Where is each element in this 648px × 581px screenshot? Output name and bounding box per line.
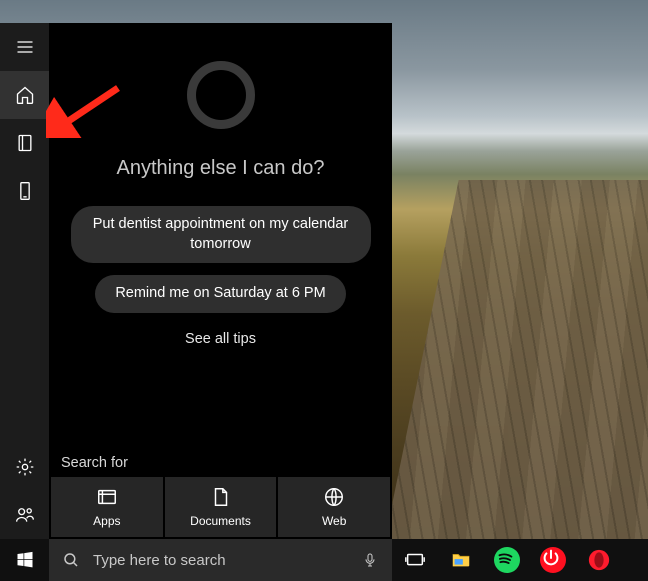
power-icon (540, 547, 566, 573)
opera-icon (588, 549, 610, 571)
spotify-icon (494, 547, 520, 573)
power-button[interactable] (530, 539, 576, 581)
feedback-icon (15, 505, 35, 525)
category-apps[interactable]: Apps (51, 477, 163, 537)
sidebar-devices-button[interactable] (0, 167, 49, 215)
cortana-main: Anything else I can do? Put dentist appo… (49, 23, 392, 539)
sidebar-notebook-button[interactable] (0, 119, 49, 167)
category-web[interactable]: Web (278, 477, 390, 537)
spotify-button[interactable] (484, 539, 530, 581)
search-input[interactable] (93, 552, 348, 569)
taskbar-search[interactable] (49, 539, 392, 581)
sidebar-feedback-button[interactable] (0, 491, 49, 539)
category-label: Web (322, 514, 346, 528)
suggestion-reminder[interactable]: Remind me on Saturday at 6 PM (95, 275, 345, 313)
task-view-button[interactable] (392, 539, 438, 581)
search-categories: Apps Documents Web (49, 477, 392, 539)
hamburger-icon (15, 37, 35, 57)
file-explorer-button[interactable] (438, 539, 484, 581)
search-icon (49, 551, 93, 569)
file-explorer-icon (450, 549, 472, 571)
opera-button[interactable] (576, 539, 622, 581)
see-all-tips-link[interactable]: See all tips (185, 331, 256, 347)
home-icon (15, 85, 35, 105)
mic-button[interactable] (348, 550, 392, 570)
suggestion-calendar[interactable]: Put dentist appointment on my calendar t… (71, 206, 371, 263)
cortana-panel: Anything else I can do? Put dentist appo… (0, 23, 392, 539)
start-button[interactable] (0, 539, 49, 581)
cortana-sidebar (0, 23, 49, 539)
sidebar-menu-button[interactable] (0, 23, 49, 71)
category-documents[interactable]: Documents (165, 477, 277, 537)
search-for-label: Search for (49, 455, 392, 477)
cortana-ring-icon (187, 61, 255, 129)
microphone-icon (362, 550, 378, 570)
sidebar-home-button[interactable] (0, 71, 49, 119)
category-label: Apps (93, 514, 120, 528)
cortana-greeting: Anything else I can do? (117, 157, 325, 180)
windows-logo-icon (16, 551, 34, 569)
document-icon (210, 486, 232, 508)
taskview-icon (404, 549, 426, 571)
device-icon (15, 181, 35, 201)
globe-icon (323, 486, 345, 508)
category-label: Documents (190, 514, 251, 528)
taskbar (0, 539, 648, 581)
gear-icon (15, 457, 35, 477)
notebook-icon (15, 133, 35, 153)
sidebar-settings-button[interactable] (0, 443, 49, 491)
apps-icon (96, 486, 118, 508)
